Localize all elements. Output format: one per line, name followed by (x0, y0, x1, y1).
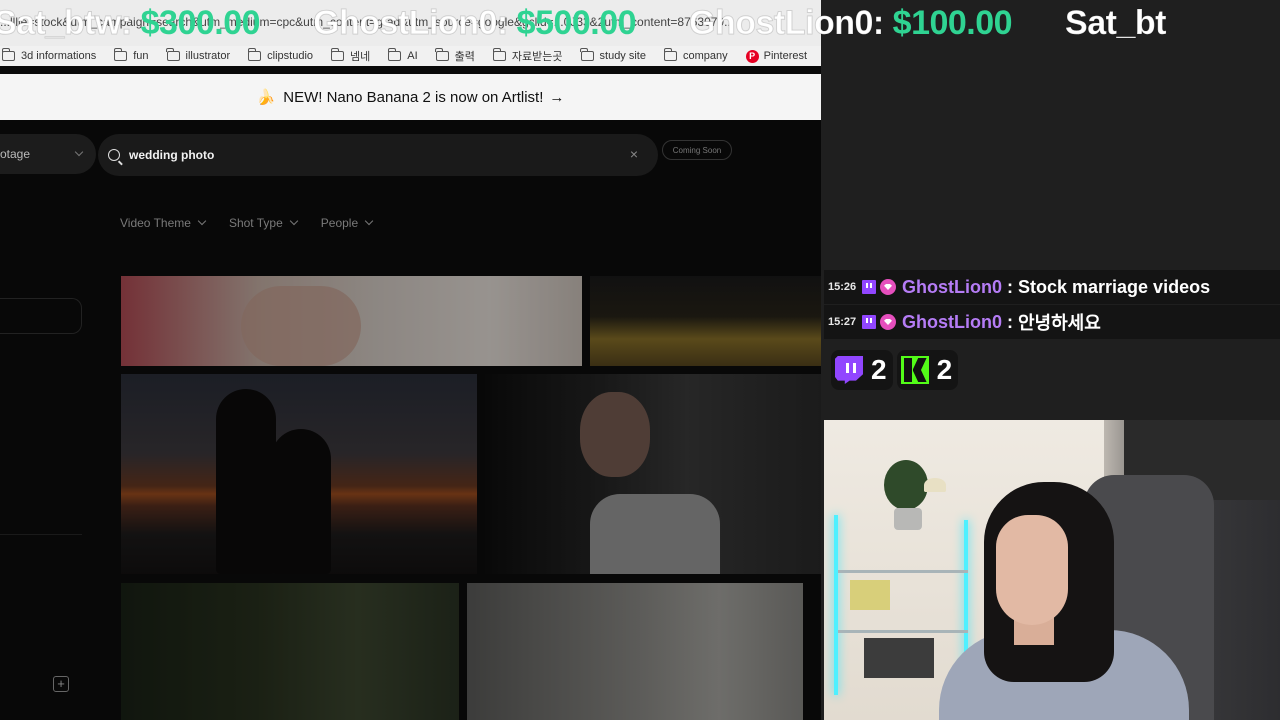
sidebar-divider (0, 534, 82, 535)
artlist-app: otage × Coming Soon Video Theme Shot Typ… (0, 120, 821, 720)
arrow-right-icon: → (549, 88, 565, 106)
search-bar[interactable]: × (98, 134, 658, 176)
folder-icon (663, 48, 677, 61)
folder-icon (435, 48, 449, 61)
chat-overlay: 15:26 GhostLion0 : Stock marriage videos… (824, 270, 1280, 340)
bookmark-label: study site (599, 50, 646, 62)
media-type-select[interactable]: otage (0, 134, 96, 174)
video-thumbnail[interactable] (121, 583, 459, 720)
kick-icon (900, 356, 929, 384)
bookmark-label: Pinterest (763, 50, 808, 62)
filter-bar: Video Theme Shot Type People (120, 216, 396, 230)
bookmark-label: illustrator (185, 50, 231, 62)
twitch-viewer-count: 2 (871, 354, 887, 385)
video-thumbnail[interactable] (121, 276, 582, 366)
kick-viewers: 2 (896, 350, 959, 390)
bookmark-print[interactable]: 출력 (435, 48, 475, 64)
chevron-down-icon (364, 216, 374, 226)
folder-icon (387, 48, 402, 61)
browser-window: ...lllie=stock&utm_campaign=search&utm_m… (0, 0, 821, 720)
close-icon[interactable]: × (630, 146, 638, 162)
bookmark-label: 넴네 (350, 51, 371, 63)
twitch-viewers: 2 (831, 350, 893, 390)
media-type-label: otage (0, 147, 31, 161)
filter-people[interactable]: People (320, 216, 374, 230)
chat-separator: : (1007, 311, 1013, 332)
chat-timestamp: 15:27 (828, 316, 857, 328)
chat-timestamp: 15:26 (828, 281, 857, 293)
pinterest-icon: P (745, 49, 759, 63)
chevron-down-icon (289, 216, 299, 226)
sidebar-item[interactable] (0, 298, 82, 334)
bookmark-label: fun (133, 50, 149, 62)
chat-text: 안녕하세요 (1018, 313, 1101, 333)
filter-label: Video Theme (120, 216, 191, 230)
bookmark-company[interactable]: company (663, 48, 728, 62)
banner-text: NEW! Nano Banana 2 is now on Artlist! (283, 88, 544, 106)
folder-icon (580, 48, 594, 61)
chat-separator: : (1007, 276, 1013, 297)
gem-badge-icon (880, 279, 896, 295)
bookmark-label: company (682, 50, 728, 62)
bookmarks-bar: 3d informations fun illustrator clipstud… (0, 46, 821, 66)
folder-icon (330, 48, 344, 61)
promo-banner[interactable]: 🍌 NEW! Nano Banana 2 is now on Artlist! … (0, 74, 821, 120)
folder-icon (492, 48, 506, 61)
chat-username: GhostLion0 (902, 311, 1002, 332)
search-icon (108, 149, 120, 161)
video-thumbnail[interactable] (467, 583, 803, 720)
kick-viewer-count: 2 (936, 354, 953, 385)
twitch-icon (835, 356, 863, 384)
folder-icon (247, 48, 262, 61)
filter-label: People (320, 216, 359, 230)
filter-video-theme[interactable]: Video Theme (120, 216, 207, 230)
chat-message: 15:26 GhostLion0 : Stock marriage videos (824, 270, 1280, 304)
bookmark-label: 3d informations (21, 50, 97, 62)
filter-label: Shot Type (228, 216, 283, 230)
webcam-feed (824, 420, 1280, 720)
search-input[interactable] (129, 148, 609, 162)
bookmark-label: clipstudio (267, 50, 313, 62)
address-bar[interactable]: ...lllie=stock&utm_campaign=search&utm_m… (0, 0, 821, 46)
folder-icon (113, 48, 128, 61)
bookmark-downloads[interactable]: 자료받는곳 (492, 48, 563, 64)
bookmark-study-site[interactable]: study site (580, 48, 646, 62)
viewer-counts: 2 2 (831, 350, 962, 390)
coming-soon-badge: Coming Soon (662, 140, 732, 160)
bookmark-label: AI (407, 50, 418, 62)
twitch-badge-icon (862, 280, 876, 294)
bookmark-ai[interactable]: AI (387, 48, 418, 62)
bookmark-label: 자료받는곳 (511, 51, 563, 63)
chat-username: GhostLion0 (902, 276, 1002, 297)
folder-icon (1, 48, 15, 61)
chevron-down-icon (74, 147, 84, 157)
banana-icon: 🍌 (256, 89, 276, 106)
bookmark-clipstudio[interactable]: clipstudio (247, 48, 313, 62)
bookmark-nemne[interactable]: 넴네 (330, 48, 371, 64)
bookmark-label: 출력 (454, 51, 475, 63)
video-thumbnail[interactable] (121, 374, 477, 574)
folder-icon (166, 48, 180, 61)
gem-badge-icon (880, 314, 896, 330)
bookmark-fun[interactable]: fun (113, 48, 149, 62)
video-thumbnail[interactable] (485, 374, 821, 574)
twitch-badge-icon (862, 315, 876, 329)
video-thumbnail[interactable] (590, 276, 821, 366)
chat-text: Stock marriage videos (1018, 276, 1211, 297)
bookmark-pinterest[interactable]: P Pinterest (745, 49, 808, 63)
url-text[interactable]: ...lllie=stock&utm_campaign=search&utm_m… (0, 15, 734, 29)
bookmark-3d-informations[interactable]: 3d informations (1, 48, 97, 62)
bookmark-illustrator[interactable]: illustrator (166, 48, 231, 62)
chevron-down-icon (197, 216, 207, 226)
chat-message: 15:27 GhostLion0 : 안녕하세요 (824, 305, 1280, 339)
filter-shot-type[interactable]: Shot Type (228, 216, 299, 230)
add-button[interactable]: + (53, 676, 69, 692)
